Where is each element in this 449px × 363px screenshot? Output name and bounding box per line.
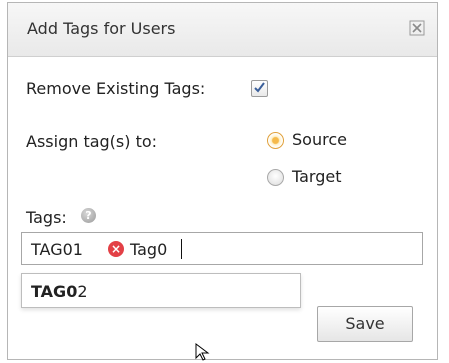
tags-label: Tags:: [26, 208, 67, 227]
assign-tags-label: Assign tag(s) to:: [26, 132, 158, 151]
tags-input[interactable]: TAG01 × Tag0: [21, 232, 423, 265]
dialog-titlebar: Add Tags for Users: [8, 3, 437, 57]
save-button[interactable]: Save: [317, 306, 413, 342]
tag-suggestions: TAG02: [21, 273, 301, 308]
remove-existing-tags-label: Remove Existing Tags:: [26, 79, 206, 98]
remove-existing-tags-checkbox[interactable]: [251, 80, 268, 97]
text-caret: [181, 239, 182, 259]
suggestion-rest: 2: [77, 282, 88, 301]
tag-chip: TAG01: [31, 240, 83, 259]
radio-source[interactable]: [267, 132, 284, 149]
tags-typed-text: Tag0: [130, 240, 168, 259]
suggestion-item[interactable]: TAG02: [31, 282, 88, 301]
radio-target[interactable]: [267, 169, 284, 186]
mouse-pointer-icon: [195, 343, 210, 361]
radio-target-label[interactable]: Target: [292, 167, 342, 186]
remove-tag-icon[interactable]: ×: [108, 241, 124, 257]
checkmark-icon: [254, 82, 265, 93]
radio-source-label[interactable]: Source: [292, 130, 347, 149]
close-icon[interactable]: [409, 20, 425, 36]
help-icon[interactable]: ?: [81, 208, 96, 223]
suggestion-match: TAG0: [31, 282, 78, 301]
dialog-title: Add Tags for Users: [27, 19, 176, 38]
